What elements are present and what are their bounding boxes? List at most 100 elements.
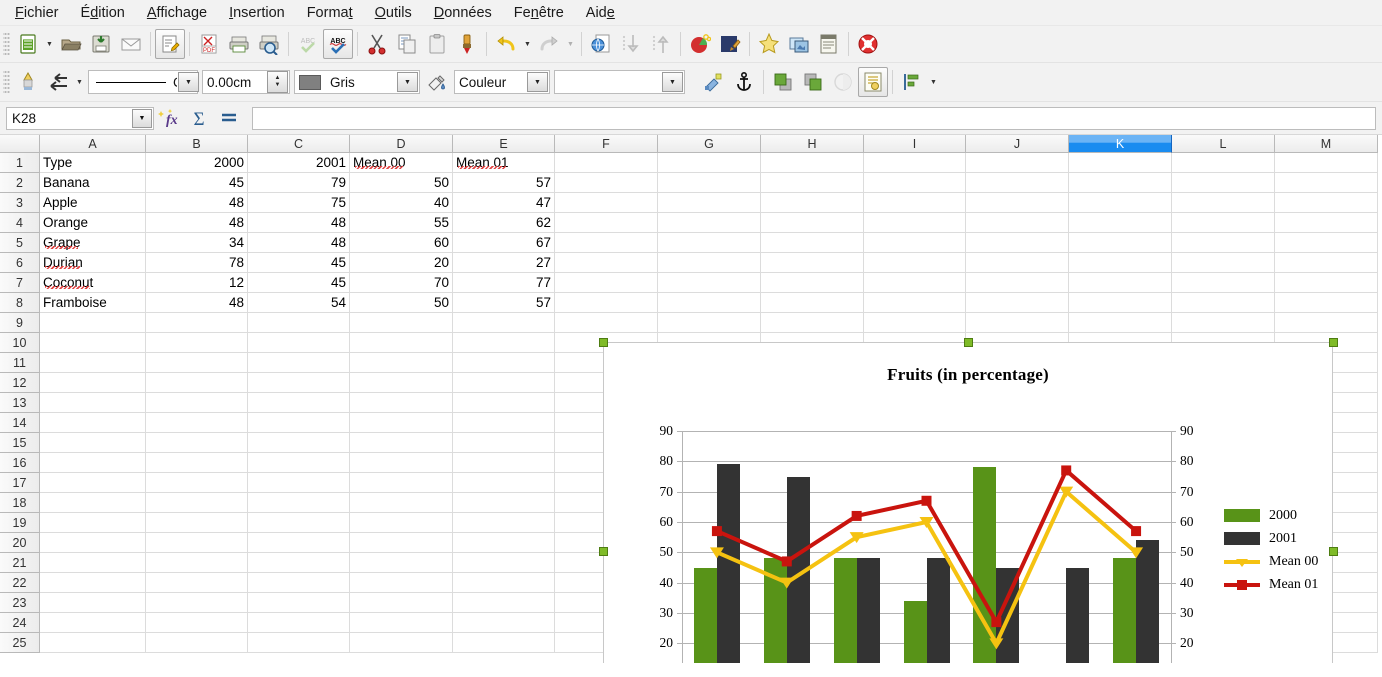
function-wizard-icon[interactable]: fx [154, 104, 184, 132]
row-header-11[interactable]: 11 [0, 353, 40, 373]
cell-I9[interactable] [864, 313, 966, 333]
formula-icon[interactable] [214, 104, 244, 132]
cut-icon[interactable] [362, 29, 392, 59]
cell-M8[interactable] [1275, 293, 1378, 313]
cell-K6[interactable] [1069, 253, 1172, 273]
cell-A16[interactable] [40, 453, 146, 473]
copy-icon[interactable] [392, 29, 422, 59]
area-fill-combo[interactable]: ▼ [554, 70, 685, 94]
toolbar-grip[interactable] [3, 31, 10, 57]
cell-E6[interactable]: 27 [453, 253, 555, 273]
cell-C7[interactable]: 45 [248, 273, 350, 293]
cell-B23[interactable] [146, 593, 248, 613]
cell-E12[interactable] [453, 373, 555, 393]
hyperlink-icon[interactable] [586, 29, 616, 59]
cell-E19[interactable] [453, 513, 555, 533]
cell-K4[interactable] [1069, 213, 1172, 233]
cell-H6[interactable] [761, 253, 864, 273]
cell-M9[interactable] [1275, 313, 1378, 333]
selection-handle-e[interactable] [1329, 547, 1338, 556]
line-width-spinner[interactable]: 0.00cm ▲ ▼ [202, 70, 290, 94]
paste-icon[interactable] [422, 29, 452, 59]
bring-forward-icon[interactable] [768, 67, 798, 97]
cell-D24[interactable] [350, 613, 453, 633]
print-icon[interactable] [224, 29, 254, 59]
column-header-G[interactable]: G [658, 135, 761, 153]
cell-L9[interactable] [1172, 313, 1275, 333]
name-box[interactable]: K28 ▼ [6, 106, 154, 130]
cell-K1[interactable] [1069, 153, 1172, 173]
cell-J6[interactable] [966, 253, 1069, 273]
cell-H5[interactable] [761, 233, 864, 253]
formula-input[interactable] [252, 106, 1376, 130]
cell-J3[interactable] [966, 193, 1069, 213]
cell-B3[interactable]: 48 [146, 193, 248, 213]
cell-G5[interactable] [658, 233, 761, 253]
help-icon[interactable] [853, 29, 883, 59]
cell-K8[interactable] [1069, 293, 1172, 313]
cell-A5[interactable]: Grape [40, 233, 146, 253]
cell-A17[interactable] [40, 473, 146, 493]
cell-L1[interactable] [1172, 153, 1275, 173]
cell-L4[interactable] [1172, 213, 1275, 233]
cell-B25[interactable] [146, 633, 248, 653]
column-header-L[interactable]: L [1172, 135, 1275, 153]
row-header-8[interactable]: 8 [0, 293, 40, 313]
selection-handle-nw[interactable] [599, 338, 608, 347]
cell-C14[interactable] [248, 413, 350, 433]
row-header-9[interactable]: 9 [0, 313, 40, 333]
cell-D20[interactable] [350, 533, 453, 553]
redo-icon[interactable] [534, 29, 564, 59]
cell-D3[interactable]: 40 [350, 193, 453, 213]
cell-E11[interactable] [453, 353, 555, 373]
cell-B8[interactable]: 48 [146, 293, 248, 313]
menu-item-affichage[interactable]: Affichage [136, 2, 218, 24]
cell-A15[interactable] [40, 433, 146, 453]
cell-H1[interactable] [761, 153, 864, 173]
select-all-corner[interactable] [0, 135, 40, 153]
cell-D25[interactable] [350, 633, 453, 653]
line-color-combo[interactable]: Gris ▼ [294, 70, 420, 94]
cell-D19[interactable] [350, 513, 453, 533]
cell-D17[interactable] [350, 473, 453, 493]
row-header-12[interactable]: 12 [0, 373, 40, 393]
cell-D22[interactable] [350, 573, 453, 593]
cell-B19[interactable] [146, 513, 248, 533]
selection-handle-w[interactable] [599, 547, 608, 556]
cell-M1[interactable] [1275, 153, 1378, 173]
cell-H3[interactable] [761, 193, 864, 213]
cell-E21[interactable] [453, 553, 555, 573]
cell-A19[interactable] [40, 513, 146, 533]
cell-E15[interactable] [453, 433, 555, 453]
cell-E1[interactable]: Mean 01 [453, 153, 555, 173]
menu-item-insertion[interactable]: Insertion [218, 2, 296, 24]
cell-E22[interactable] [453, 573, 555, 593]
cell-L3[interactable] [1172, 193, 1275, 213]
cell-E5[interactable]: 67 [453, 233, 555, 253]
cell-C1[interactable]: 2001 [248, 153, 350, 173]
cell-F1[interactable] [555, 153, 658, 173]
row-header-17[interactable]: 17 [0, 473, 40, 493]
row-header-16[interactable]: 16 [0, 453, 40, 473]
cell-E24[interactable] [453, 613, 555, 633]
cell-B6[interactable]: 78 [146, 253, 248, 273]
cell-C25[interactable] [248, 633, 350, 653]
menu-item-donnes[interactable]: Données [423, 2, 503, 24]
cell-I8[interactable] [864, 293, 966, 313]
menu-item-aide[interactable]: Aide [575, 2, 626, 24]
line-icon[interactable] [13, 67, 43, 97]
cell-D16[interactable] [350, 453, 453, 473]
cell-A7[interactable]: Coconut [40, 273, 146, 293]
cell-B16[interactable] [146, 453, 248, 473]
cell-A6[interactable]: Durian [40, 253, 146, 273]
text-attributes-icon[interactable] [858, 67, 888, 97]
cell-B7[interactable]: 12 [146, 273, 248, 293]
autospellcheck-icon[interactable]: ABC [323, 29, 353, 59]
cell-G2[interactable] [658, 173, 761, 193]
row-header-23[interactable]: 23 [0, 593, 40, 613]
cell-E10[interactable] [453, 333, 555, 353]
cell-I5[interactable] [864, 233, 966, 253]
cell-H4[interactable] [761, 213, 864, 233]
headers-footers-icon[interactable] [814, 29, 844, 59]
cell-A20[interactable] [40, 533, 146, 553]
